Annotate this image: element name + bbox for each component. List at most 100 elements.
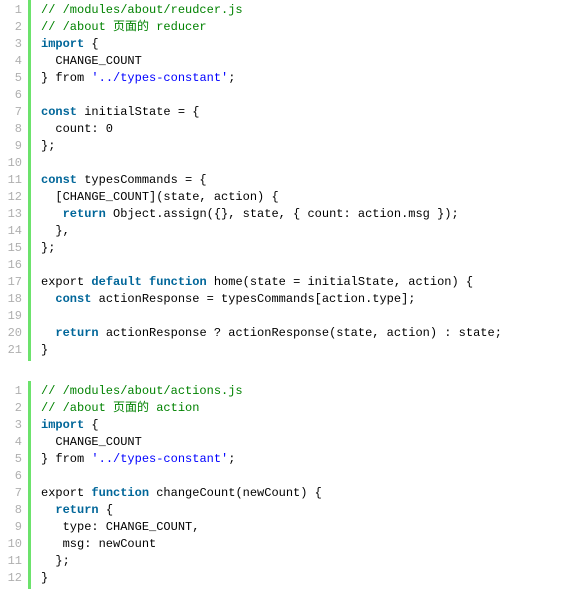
- token-keyword: default: [91, 275, 141, 289]
- code-line: export default function home(state = ini…: [41, 274, 502, 291]
- token-plain: },: [41, 224, 70, 238]
- code-line: CHANGE_COUNT: [41, 434, 322, 451]
- line-number: 6: [2, 87, 22, 104]
- token-plain: export: [41, 275, 91, 289]
- line-number: 11: [2, 553, 22, 570]
- token-plain: };: [41, 554, 70, 568]
- code-line: };: [41, 553, 322, 570]
- gutter: 123456789101112131415161718192021: [0, 0, 31, 361]
- token-keyword: import: [41, 37, 84, 51]
- token-plain: {: [84, 418, 98, 432]
- token-plain: type: CHANGE_COUNT,: [41, 520, 199, 534]
- token-keyword: function: [91, 486, 149, 500]
- token-keyword: import: [41, 418, 84, 432]
- token-keyword: function: [149, 275, 207, 289]
- line-number: 5: [2, 70, 22, 87]
- code-line: // /modules/about/actions.js: [41, 383, 322, 400]
- code-line: [41, 468, 322, 485]
- line-number: 10: [2, 155, 22, 172]
- token-comment: // /about 页面的 action: [41, 401, 199, 415]
- token-plain: actionResponse = typesCommands[action.ty…: [91, 292, 415, 306]
- line-number: 3: [2, 36, 22, 53]
- line-number: 7: [2, 485, 22, 502]
- token-plain: typesCommands = {: [77, 173, 207, 187]
- line-number: 16: [2, 257, 22, 274]
- line-number: 10: [2, 536, 22, 553]
- token-keyword: const: [41, 105, 77, 119]
- code-line: export function changeCount(newCount) {: [41, 485, 322, 502]
- line-number: 8: [2, 121, 22, 138]
- code-line: [41, 155, 502, 172]
- token-plain: {: [99, 503, 113, 517]
- code-line: [41, 257, 502, 274]
- line-number: 1: [2, 2, 22, 19]
- code-block: 123456789101112// /modules/about/actions…: [0, 381, 576, 589]
- line-number: 13: [2, 206, 22, 223]
- line-number: 21: [2, 342, 22, 359]
- code-line: [41, 308, 502, 325]
- token-plain: }: [41, 571, 48, 585]
- token-plain: ;: [228, 452, 235, 466]
- code-line: } from '../types-constant';: [41, 70, 502, 87]
- code-line: };: [41, 240, 502, 257]
- token-plain: };: [41, 241, 55, 255]
- token-keyword: return: [63, 207, 106, 221]
- line-number: 5: [2, 451, 22, 468]
- token-keyword: const: [41, 173, 77, 187]
- token-plain: Object.assign({}, state, { count: action…: [106, 207, 459, 221]
- token-comment: // /modules/about/actions.js: [41, 384, 243, 398]
- line-number: 11: [2, 172, 22, 189]
- code-line: // /about 页面的 reducer: [41, 19, 502, 36]
- token-plain: [41, 292, 55, 306]
- line-number: 12: [2, 189, 22, 206]
- line-number: 8: [2, 502, 22, 519]
- code-line: } from '../types-constant';: [41, 451, 322, 468]
- token-keyword: return: [55, 326, 98, 340]
- line-number: 18: [2, 291, 22, 308]
- code-line: CHANGE_COUNT: [41, 53, 502, 70]
- line-number: 4: [2, 53, 22, 70]
- code-line: import {: [41, 417, 322, 434]
- code-line: [41, 87, 502, 104]
- token-plain: msg: newCount: [41, 537, 156, 551]
- code-line: // /modules/about/reudcer.js: [41, 2, 502, 19]
- line-number: 15: [2, 240, 22, 257]
- token-plain: initialState = {: [77, 105, 199, 119]
- token-plain: {: [84, 37, 98, 51]
- line-number: 2: [2, 19, 22, 36]
- token-plain: }: [41, 343, 48, 357]
- code-line: return {: [41, 502, 322, 519]
- code-line: return actionResponse ? actionResponse(s…: [41, 325, 502, 342]
- code-line: msg: newCount: [41, 536, 322, 553]
- token-plain: } from: [41, 452, 91, 466]
- token-comment: // /modules/about/reudcer.js: [41, 3, 243, 17]
- token-plain: CHANGE_COUNT: [41, 435, 142, 449]
- line-number: 19: [2, 308, 22, 325]
- line-number: 6: [2, 468, 22, 485]
- token-plain: [CHANGE_COUNT](state, action) {: [41, 190, 279, 204]
- code-line: }: [41, 570, 322, 587]
- code-area: // /modules/about/actions.js // /about 页面…: [31, 381, 322, 589]
- token-plain: [41, 326, 55, 340]
- token-plain: home(state = initialState, action) {: [207, 275, 473, 289]
- code-line: const typesCommands = {: [41, 172, 502, 189]
- line-number: 1: [2, 383, 22, 400]
- line-number: 3: [2, 417, 22, 434]
- token-plain: changeCount(newCount) {: [149, 486, 322, 500]
- token-comment: // /about 页面的 reducer: [41, 20, 207, 34]
- token-plain: };: [41, 139, 55, 153]
- line-number: 4: [2, 434, 22, 451]
- token-plain: [41, 207, 63, 221]
- code-line: return Object.assign({}, state, { count:…: [41, 206, 502, 223]
- code-line: const actionResponse = typesCommands[act…: [41, 291, 502, 308]
- code-line: type: CHANGE_COUNT,: [41, 519, 322, 536]
- code-line: // /about 页面的 action: [41, 400, 322, 417]
- line-number: 14: [2, 223, 22, 240]
- code-line: };: [41, 138, 502, 155]
- code-line: const initialState = {: [41, 104, 502, 121]
- token-plain: [41, 503, 55, 517]
- token-keyword: return: [55, 503, 98, 517]
- token-string: '../types-constant': [91, 452, 228, 466]
- code-block: 123456789101112131415161718192021// /mod…: [0, 0, 576, 361]
- code-line: [CHANGE_COUNT](state, action) {: [41, 189, 502, 206]
